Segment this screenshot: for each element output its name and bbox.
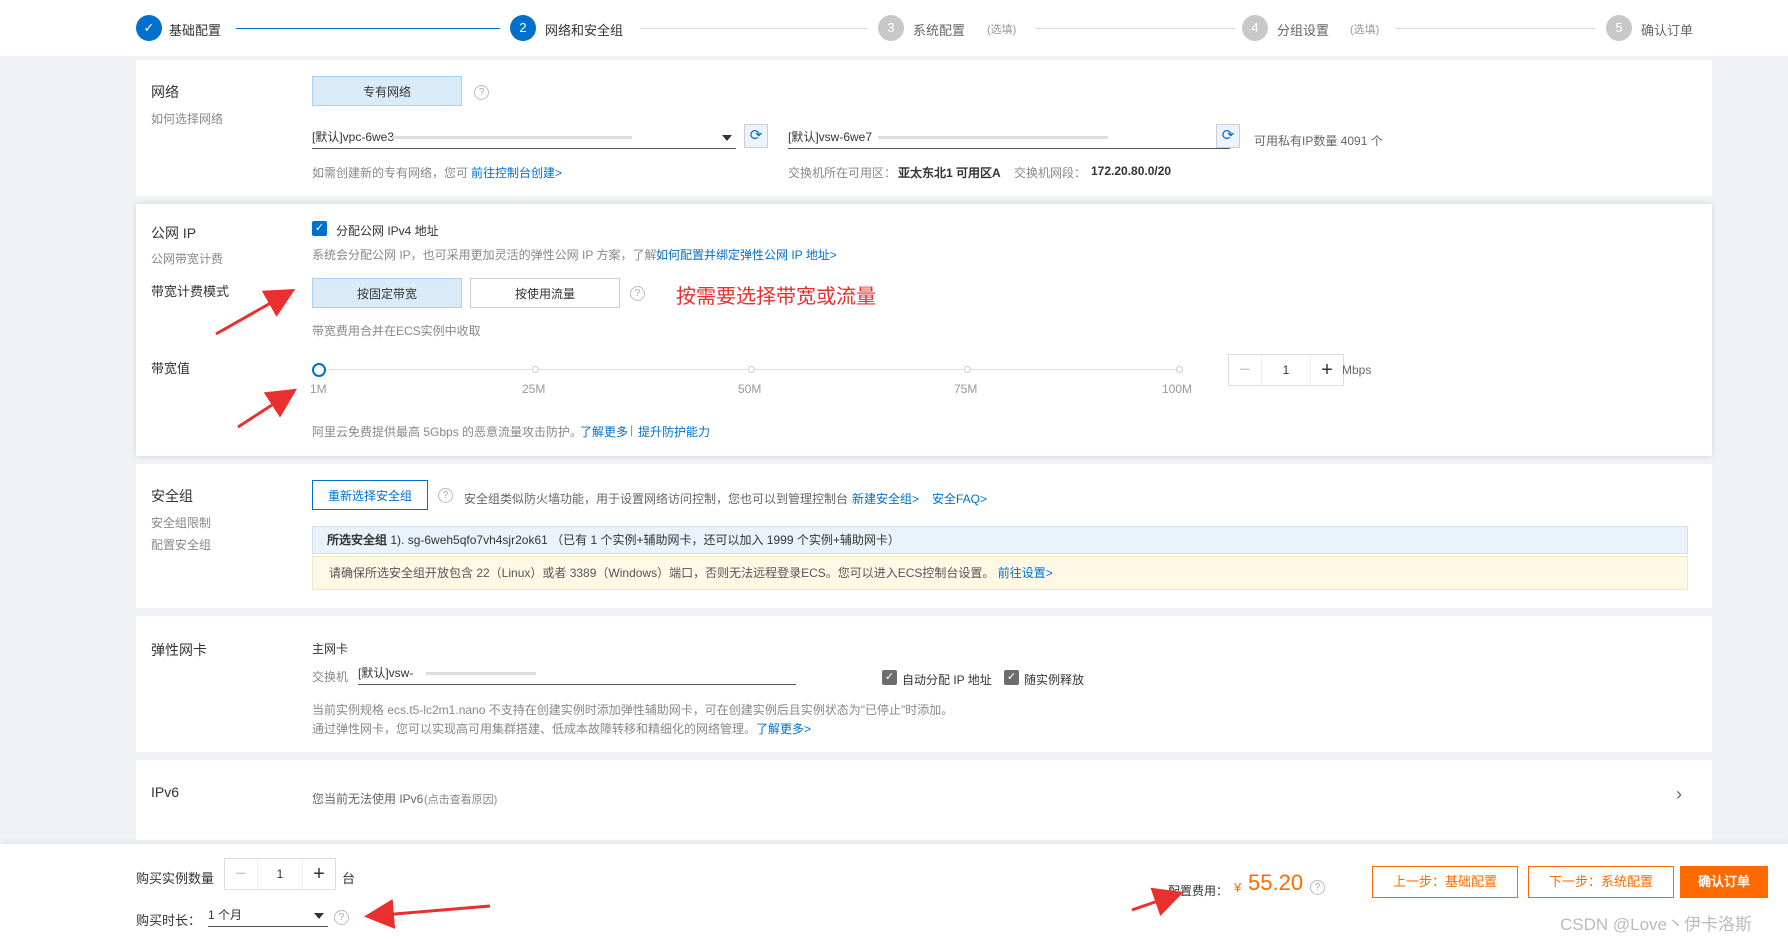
annotation-arrow [237,388,298,429]
annotation-arrows [215,289,1184,929]
annotation-arrow [215,289,296,336]
annotation-arrow [1131,887,1184,917]
annotation-arrow [364,899,491,929]
